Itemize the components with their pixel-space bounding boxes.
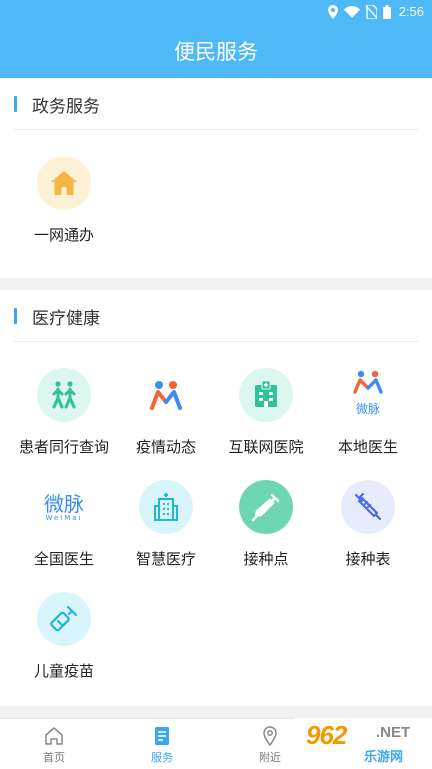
watermark-logo: 962 .NET 乐游网 <box>294 718 432 769</box>
service-item-local-doctor[interactable]: 微脉 本地医生 <box>314 368 422 472</box>
service-item-label: 本地医生 <box>337 438 398 456</box>
weimai-logo-text: 微脉 <box>355 402 380 416</box>
section-accent-bar <box>14 308 17 324</box>
home-icon <box>37 156 91 210</box>
location-pin-icon <box>260 726 280 748</box>
section-title: 医疗健康 <box>32 309 100 329</box>
service-item-label: 接种表 <box>345 550 391 568</box>
status-time: 2:56 <box>398 4 424 19</box>
location-icon <box>327 4 338 19</box>
home-outline-icon <box>44 726 64 748</box>
service-item-vaccination-site[interactable]: 接种点 <box>212 480 320 584</box>
no-sim-icon <box>365 4 377 19</box>
watermark-number: 962 <box>306 720 347 750</box>
section-accent-bar <box>14 96 17 112</box>
section-government-services: 政务服务 一网通办 <box>0 78 432 278</box>
weimai-logo-subtext: WeiMai <box>45 514 83 522</box>
service-item-label: 儿童疫苗 <box>33 662 94 680</box>
battery-icon <box>382 4 391 19</box>
people-m-icon <box>139 368 193 422</box>
service-item-label: 接种点 <box>243 550 289 568</box>
service-item-epidemic-news[interactable]: 疫情动态 <box>112 368 220 472</box>
nav-tab-home[interactable]: 首页 <box>0 719 108 769</box>
nav-tab-label: 首页 <box>43 751 65 764</box>
walking-people-icon <box>37 368 91 422</box>
syringe-icon <box>239 480 293 534</box>
app-header: 便民服务 <box>0 24 432 78</box>
section-header: 政务服务 <box>14 78 418 130</box>
service-item-label: 一网通办 <box>33 226 94 244</box>
service-item-one-stop[interactable]: 一网通办 <box>10 156 118 260</box>
service-item-smart-medical[interactable]: 智慧医疗 <box>112 480 220 584</box>
weimai-logo-icon: 微脉 <box>341 368 395 422</box>
nav-tab-label: 服务 <box>151 751 173 764</box>
hospital-icon <box>239 368 293 422</box>
service-item-label: 患者同行查询 <box>18 438 109 456</box>
page-title: 便民服务 <box>174 40 258 64</box>
section-title: 政务服务 <box>32 97 100 117</box>
watermark-suffix: .NET <box>376 724 411 741</box>
service-item-child-vaccine[interactable]: 儿童疫苗 <box>10 592 118 696</box>
syringe-outline-icon <box>341 480 395 534</box>
service-item-patient-trip-query[interactable]: 患者同行查询 <box>10 368 118 472</box>
watermark-subtext: 乐游网 <box>364 750 404 765</box>
service-item-national-doctor[interactable]: 微脉 WeiMai 全国医生 <box>10 480 118 584</box>
wifi-icon <box>343 5 360 18</box>
weimai-text-logo-icon: 微脉 WeiMai <box>29 480 99 534</box>
nav-tab-services[interactable]: 服务 <box>108 719 216 769</box>
document-icon <box>152 726 172 748</box>
vaccine-vial-icon <box>37 592 91 646</box>
service-item-internet-hospital[interactable]: 互联网医院 <box>212 368 320 472</box>
service-item-label: 疫情动态 <box>135 438 196 456</box>
service-item-vaccination-schedule[interactable]: 接种表 <box>314 480 422 584</box>
service-item-label: 全国医生 <box>33 550 94 568</box>
section-header: 医疗健康 <box>14 290 418 342</box>
service-item-label: 互联网医院 <box>228 438 304 456</box>
status-icons: 2:56 <box>327 4 424 19</box>
service-item-label: 智慧医疗 <box>135 550 196 568</box>
weimai-logo-text: 微脉 <box>44 492 84 516</box>
status-bar: 2:56 <box>0 0 432 24</box>
smart-building-icon <box>139 480 193 534</box>
section-medical-health: 医疗健康 患者同行查询 疫情动态 互联网医院 微脉 本地医生 微脉 WeiMai… <box>0 290 432 706</box>
